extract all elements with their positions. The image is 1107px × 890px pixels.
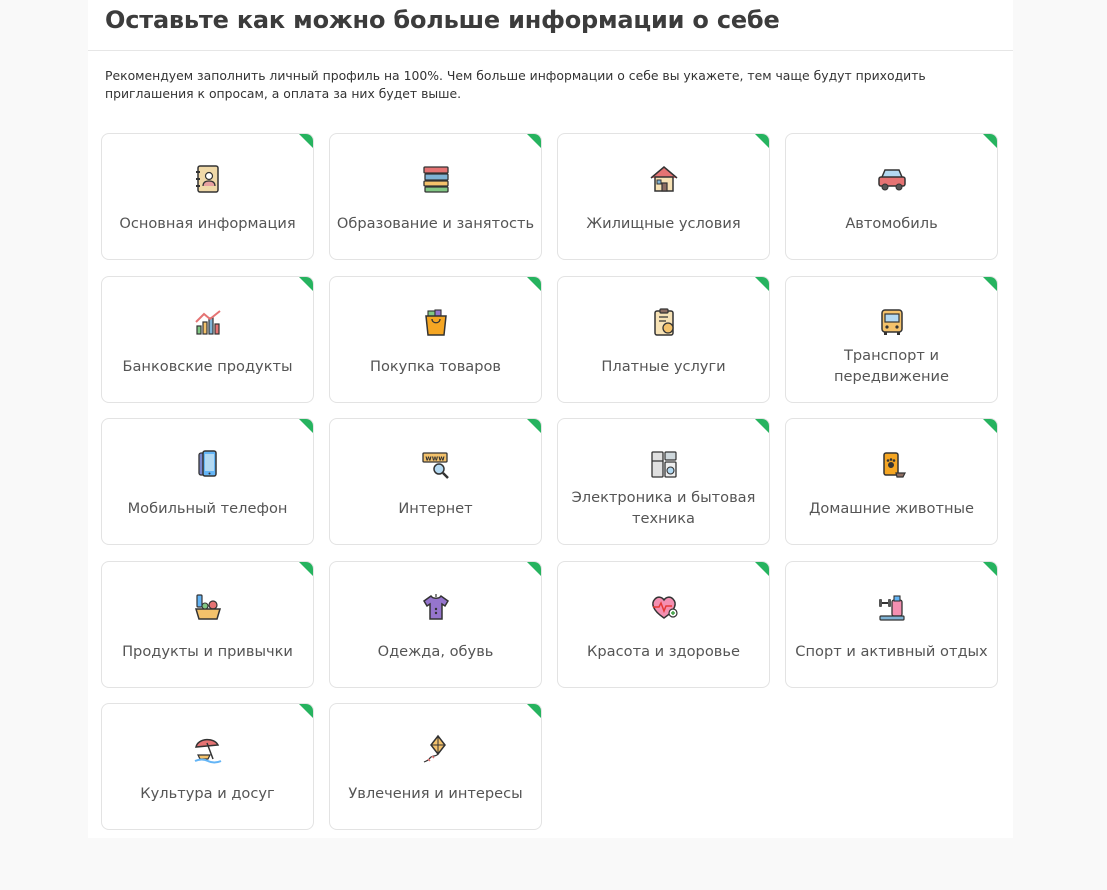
completed-corner-marker bbox=[527, 562, 541, 576]
category-label: Домашние животные bbox=[809, 499, 974, 517]
category-card-paid-services[interactable]: Платные услуги bbox=[557, 276, 770, 403]
groceries-icon bbox=[192, 591, 224, 623]
completed-corner-marker bbox=[527, 419, 541, 433]
address-book-icon bbox=[192, 163, 224, 195]
category-label: Платные услуги bbox=[601, 357, 726, 375]
category-label: Основная информация bbox=[119, 214, 296, 232]
pet-food-icon bbox=[876, 448, 908, 480]
kite-icon bbox=[420, 733, 452, 765]
category-card-pets[interactable]: Домашние животные bbox=[785, 418, 998, 545]
category-card-groceries[interactable]: Продукты и привычки bbox=[101, 561, 314, 688]
www-search-icon: www bbox=[420, 448, 452, 480]
completed-corner-marker bbox=[755, 562, 769, 576]
category-card-clothing[interactable]: Одежда, обувь bbox=[329, 561, 542, 688]
growth-chart-icon bbox=[192, 306, 224, 338]
category-label: Образование и занятость bbox=[336, 214, 535, 232]
beach-umbrella-icon bbox=[192, 733, 224, 765]
category-card-sports[interactable]: Спорт и активный отдых bbox=[785, 561, 998, 688]
completed-corner-marker bbox=[299, 704, 313, 718]
category-card-banking[interactable]: Банковские продукты bbox=[101, 276, 314, 403]
category-card-internet[interactable]: www Интернет bbox=[329, 418, 542, 545]
category-label: Автомобиль bbox=[845, 214, 938, 232]
category-label: Одежда, обувь bbox=[377, 642, 494, 660]
shirt-icon bbox=[420, 591, 452, 623]
category-label: Красота и здоровье bbox=[587, 642, 740, 660]
category-label: Спорт и активный отдых bbox=[795, 642, 988, 660]
category-label: Увлечения и интересы bbox=[348, 784, 523, 802]
shopping-bag-icon bbox=[420, 306, 452, 338]
completed-corner-marker bbox=[527, 277, 541, 291]
category-label: Транспорт и передвижение bbox=[833, 347, 950, 385]
completed-corner-marker bbox=[983, 562, 997, 576]
category-card-culture[interactable]: Культура и досуг bbox=[101, 703, 314, 830]
completed-corner-marker bbox=[983, 277, 997, 291]
category-card-basic-info[interactable]: Основная информация bbox=[101, 133, 314, 260]
completed-corner-marker bbox=[755, 419, 769, 433]
completed-corner-marker bbox=[755, 277, 769, 291]
house-icon bbox=[648, 163, 680, 195]
completed-corner-marker bbox=[299, 277, 313, 291]
completed-corner-marker bbox=[527, 704, 541, 718]
completed-corner-marker bbox=[299, 562, 313, 576]
category-card-electronics[interactable]: Электроника и бытовая техника bbox=[557, 418, 770, 545]
intro-text: Рекомендуем заполнить личный профиль на … bbox=[105, 68, 926, 101]
category-label: Интернет bbox=[398, 499, 473, 517]
completed-corner-marker bbox=[983, 134, 997, 148]
completed-corner-marker bbox=[299, 419, 313, 433]
category-label: Продукты и привычки bbox=[122, 642, 293, 660]
category-card-mobile[interactable]: Мобильный телефон bbox=[101, 418, 314, 545]
heart-pulse-icon bbox=[648, 591, 680, 623]
books-icon bbox=[420, 163, 452, 195]
page-title: Оставьте как можно больше информации о с… bbox=[105, 6, 780, 34]
category-card-shopping[interactable]: Покупка товаров bbox=[329, 276, 542, 403]
smartphone-icon bbox=[192, 448, 224, 480]
title-divider bbox=[88, 50, 1013, 51]
category-card-transport[interactable]: Транспорт и передвижение bbox=[785, 276, 998, 403]
completed-corner-marker bbox=[983, 419, 997, 433]
paid-clipboard-icon bbox=[648, 306, 680, 338]
car-icon bbox=[876, 163, 908, 195]
category-card-car[interactable]: Автомобиль bbox=[785, 133, 998, 260]
category-label: Мобильный телефон bbox=[127, 499, 288, 517]
category-label: Культура и досуг bbox=[140, 784, 275, 802]
category-label: Жилищные условия bbox=[586, 214, 741, 232]
sports-gear-icon bbox=[876, 591, 908, 623]
appliances-icon bbox=[648, 448, 680, 480]
category-card-hobbies[interactable]: Увлечения и интересы bbox=[329, 703, 542, 830]
completed-corner-marker bbox=[527, 134, 541, 148]
category-label: Электроника и бытовая техника bbox=[571, 489, 756, 527]
completed-corner-marker bbox=[755, 134, 769, 148]
bus-icon bbox=[876, 306, 908, 338]
completed-corner-marker bbox=[299, 134, 313, 148]
category-label: Покупка товаров bbox=[369, 357, 502, 375]
category-card-health[interactable]: Красота и здоровье bbox=[557, 561, 770, 688]
category-label: Банковские продукты bbox=[122, 357, 293, 375]
category-card-housing[interactable]: Жилищные условия bbox=[557, 133, 770, 260]
profile-panel: Оставьте как можно больше информации о с… bbox=[88, 0, 1013, 838]
category-card-education[interactable]: Образование и занятость bbox=[329, 133, 542, 260]
svg-text:www: www bbox=[425, 455, 445, 463]
